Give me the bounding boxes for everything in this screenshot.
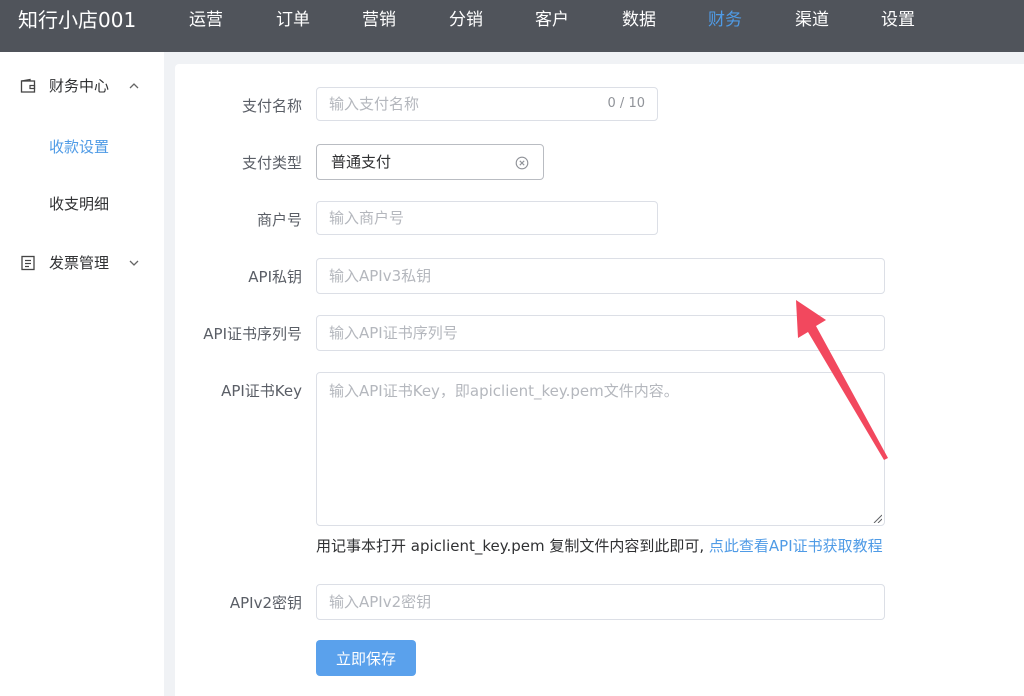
store-name: 知行小店001	[18, 8, 137, 32]
invoice-icon	[21, 255, 35, 271]
apiv2-key-input[interactable]: 输入APIv2密钥	[316, 584, 885, 620]
api-cert-key-placeholder: 输入API证书Key，即apiclient_key.pem文件内容。	[329, 382, 679, 400]
char-counter: 0 / 10	[607, 96, 645, 111]
sidebar: 财务中心 收款设置 收支明细 发票管理	[0, 52, 164, 696]
pay-name-input[interactable]: 输入支付名称 0 / 10	[316, 87, 658, 121]
top-nav-bar: 知行小店001 运营 订单 营销 分销 客户 数据 财务 渠道 设置	[0, 0, 1024, 52]
api-private-key-label: API私钥	[248, 268, 302, 286]
cert-tutorial-link[interactable]: 点此查看API证书获取教程	[709, 537, 883, 555]
annotation-arrow-icon	[796, 300, 888, 460]
nav-item-marketing[interactable]: 营销	[362, 0, 396, 40]
pay-type-label: 支付类型	[241, 154, 302, 172]
chevron-up-icon	[129, 83, 139, 89]
nav-item-distribution[interactable]: 分销	[449, 0, 483, 40]
clear-icon[interactable]	[515, 156, 529, 170]
nav-item-data[interactable]: 数据	[622, 0, 656, 40]
cert-help-text: 用记事本打开 apiclient_key.pem 复制文件内容到此即可, 点此查…	[316, 535, 883, 556]
apiv2-key-placeholder: 输入APIv2密钥	[329, 593, 432, 611]
sidebar-item-payment-settings[interactable]: 收款设置	[49, 136, 109, 157]
sidebar-group-invoice[interactable]: 发票管理	[0, 243, 164, 283]
nav-item-customers[interactable]: 客户	[535, 0, 569, 40]
resize-handle-icon[interactable]	[872, 513, 882, 523]
pay-type-select[interactable]: 普通支付	[316, 144, 544, 180]
pay-name-label: 支付名称	[241, 97, 302, 115]
help-text: 用记事本打开 apiclient_key.pem 复制文件内容到此即可,	[316, 537, 709, 555]
chevron-down-icon	[129, 260, 139, 266]
apiv2-key-label: APIv2密钥	[229, 594, 302, 612]
pay-name-placeholder: 输入支付名称	[329, 95, 420, 113]
wallet-icon	[20, 78, 36, 93]
sidebar-group-label: 发票管理	[49, 254, 110, 272]
sidebar-item-income-expense[interactable]: 收支明细	[49, 193, 109, 214]
merchant-id-label: 商户号	[256, 211, 302, 229]
api-cert-key-label: API证书Key	[221, 382, 302, 400]
nav-item-operations[interactable]: 运营	[189, 0, 223, 40]
pay-type-value: 普通支付	[331, 153, 392, 171]
api-private-key-placeholder: 输入APIv3私钥	[329, 267, 432, 285]
api-private-key-input[interactable]: 输入APIv3私钥	[316, 258, 885, 294]
sidebar-group-label: 财务中心	[49, 77, 110, 95]
api-cert-serial-placeholder: 输入API证书序列号	[329, 324, 458, 342]
nav-item-orders[interactable]: 订单	[276, 0, 310, 40]
sidebar-group-finance-center[interactable]: 财务中心	[0, 66, 164, 106]
nav-item-channels[interactable]: 渠道	[795, 0, 829, 40]
api-cert-serial-label: API证书序列号	[203, 325, 302, 343]
merchant-id-input[interactable]: 输入商户号	[316, 201, 658, 235]
nav-item-settings[interactable]: 设置	[881, 0, 915, 40]
nav-item-finance[interactable]: 财务	[708, 0, 742, 40]
save-button[interactable]: 立即保存	[316, 640, 416, 676]
merchant-id-placeholder: 输入商户号	[329, 209, 405, 227]
